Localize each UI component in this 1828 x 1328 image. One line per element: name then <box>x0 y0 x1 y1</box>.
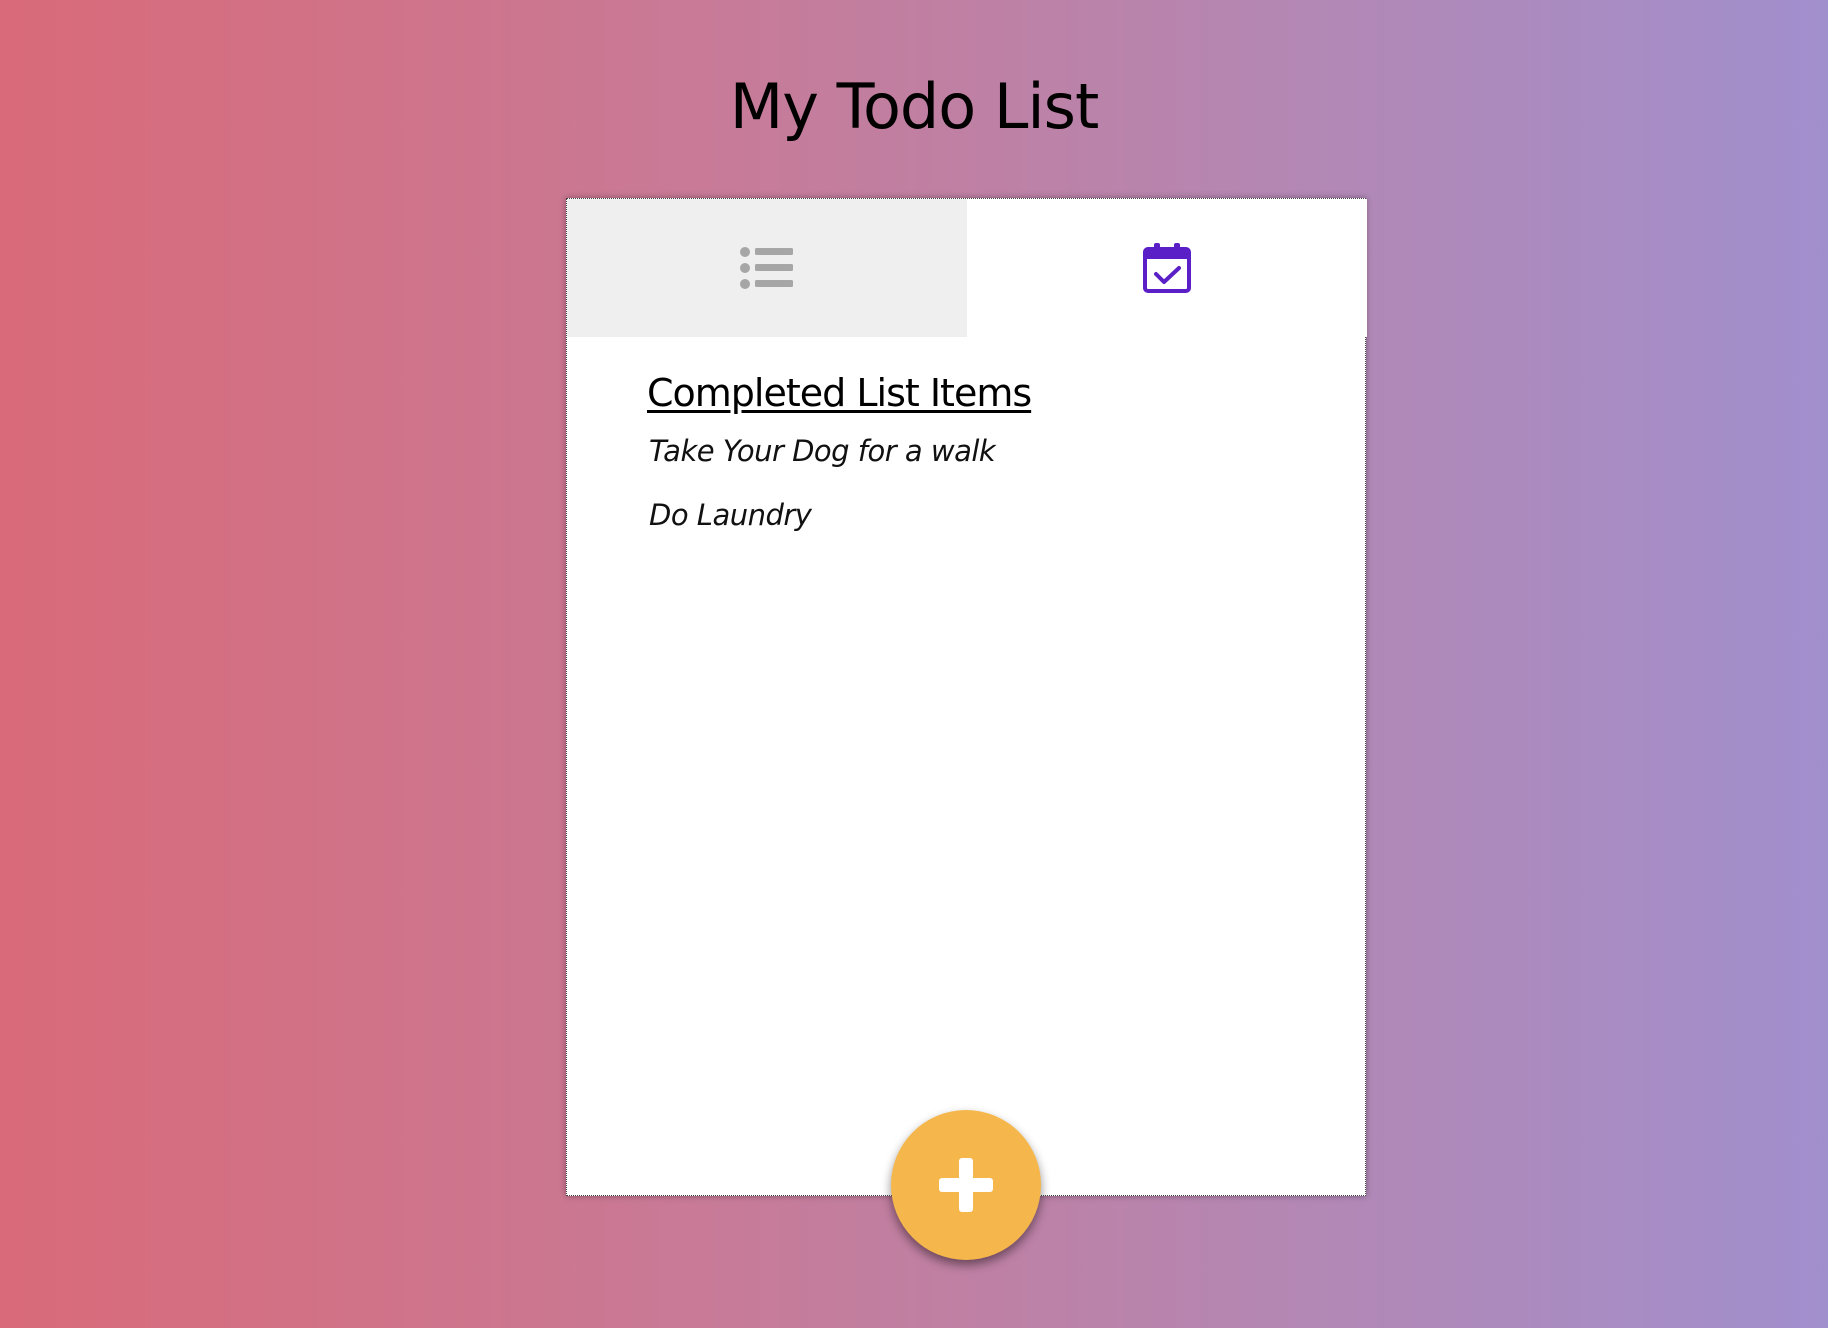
list-item[interactable]: Take Your Dog for a walk <box>647 431 1287 495</box>
plus-icon <box>939 1158 993 1212</box>
completed-section: Completed List Items Take Your Dog for a… <box>647 371 1287 559</box>
list-item[interactable]: Do Laundry <box>647 495 1287 559</box>
add-item-button[interactable] <box>891 1110 1041 1260</box>
section-heading: Completed List Items <box>647 371 1032 415</box>
tab-bar <box>567 199 1367 337</box>
tab-todo-list[interactable] <box>567 199 967 337</box>
page-title: My Todo List <box>729 70 1100 143</box>
calendar-check-icon <box>1143 243 1191 293</box>
completed-list: Take Your Dog for a walk Do Laundry <box>647 431 1287 559</box>
list-icon <box>740 247 793 289</box>
tab-completed[interactable] <box>967 199 1367 337</box>
todo-card: Completed List Items Take Your Dog for a… <box>566 198 1367 1196</box>
